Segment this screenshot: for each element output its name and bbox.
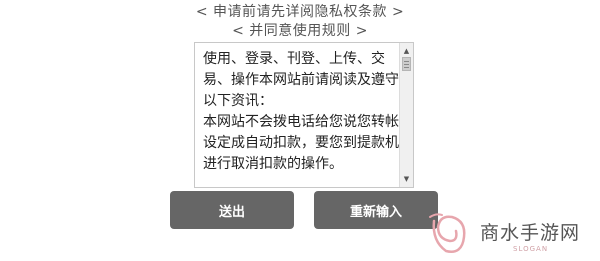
scroll-up-arrow-icon[interactable]: ▲ [400,45,413,57]
terms-paragraph-1: 使用、登录、刊登、上传、交易、操作本网站前请阅读及遵守以下资讯： [203,51,399,109]
scrollbar-thumb[interactable] [402,57,411,71]
watermark-slogan: SLOGAN [513,245,549,253]
terms-heading: < 申请前请先详阅隐私权条款 > [195,4,405,20]
reset-button[interactable]: 重新输入 [314,191,438,229]
watermark-logo-icon [429,213,466,253]
rules-heading: < 并同意使用规则 > [232,23,368,39]
scroll-down-arrow-icon[interactable]: ▼ [400,173,413,185]
submit-button[interactable]: 送出 [170,191,294,229]
terms-content: 使用、登录、刊登、上传、交易、操作本网站前请阅读及遵守以下资讯： 本网站不会拨电… [203,49,399,187]
terms-textarea[interactable]: 使用、登录、刊登、上传、交易、操作本网站前请阅读及遵守以下资讯： 本网站不会拨电… [194,42,414,188]
terms-scrollbar[interactable]: ▲ ▼ [399,43,413,187]
terms-paragraph-2: 本网站不会拨电话给您说您转帐设定成自动扣款，要您到提款机进行取消扣款的操作。 [203,114,399,172]
watermark-text: 商水手游网 [480,222,581,244]
